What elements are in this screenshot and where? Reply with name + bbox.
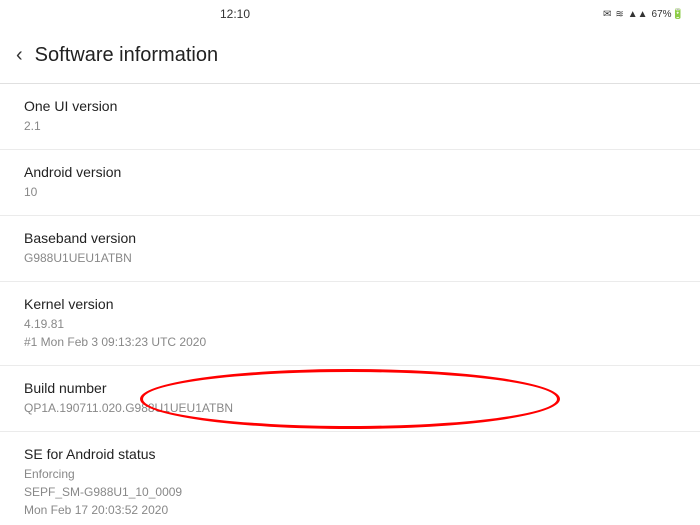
info-label-5: SE for Android status [24,446,676,462]
content-area: One UI version 2.1 Android version 10 Baseba… [0,84,700,525]
info-item-4[interactable]: Build number QP1A.190711.020.G988U1UEU1AT… [0,366,700,432]
info-item-5: SE for Android status EnforcingSEPF_SM-G9… [0,432,700,525]
info-value-5: EnforcingSEPF_SM-G988U1_10_0009Mon Feb 1… [24,465,676,519]
info-value-0: 2.1 [24,117,676,135]
wifi-icon: ≋ [615,9,623,20]
status-time: 12:10 [220,7,250,21]
info-label-3: Kernel version [24,296,676,312]
info-item-1: Android version 10 [0,150,700,216]
info-value-2: G988U1UEU1ATBN [24,249,676,267]
battery-icon: 67%🔋 [652,9,684,20]
info-label-0: One UI version [24,98,676,114]
status-icons: ✉ ≋ ▲▲ 67%🔋 [603,9,684,20]
info-item-0: One UI version 2.1 [0,84,700,150]
info-label-2: Baseband version [24,230,676,246]
info-value-3: 4.19.81#1 Mon Feb 3 09:13:23 UTC 2020 [24,315,676,351]
status-bar: 12:10 ✉ ≋ ▲▲ 67%🔋 [0,0,700,28]
signal-icon: ▲▲ [628,9,648,20]
info-value-4: QP1A.190711.020.G988U1UEU1ATBN [24,399,676,417]
page-title: Software information [35,44,218,67]
info-item-2: Baseband version G988U1UEU1ATBN [0,216,700,282]
info-label-1: Android version [24,164,676,180]
info-label-4: Build number [24,380,676,396]
message-icon: ✉ [603,9,611,20]
header: ‹ Software information [0,28,700,84]
info-item-3: Kernel version 4.19.81#1 Mon Feb 3 09:13:… [0,282,700,366]
info-value-1: 10 [24,183,676,201]
back-button[interactable]: ‹ [16,44,23,67]
